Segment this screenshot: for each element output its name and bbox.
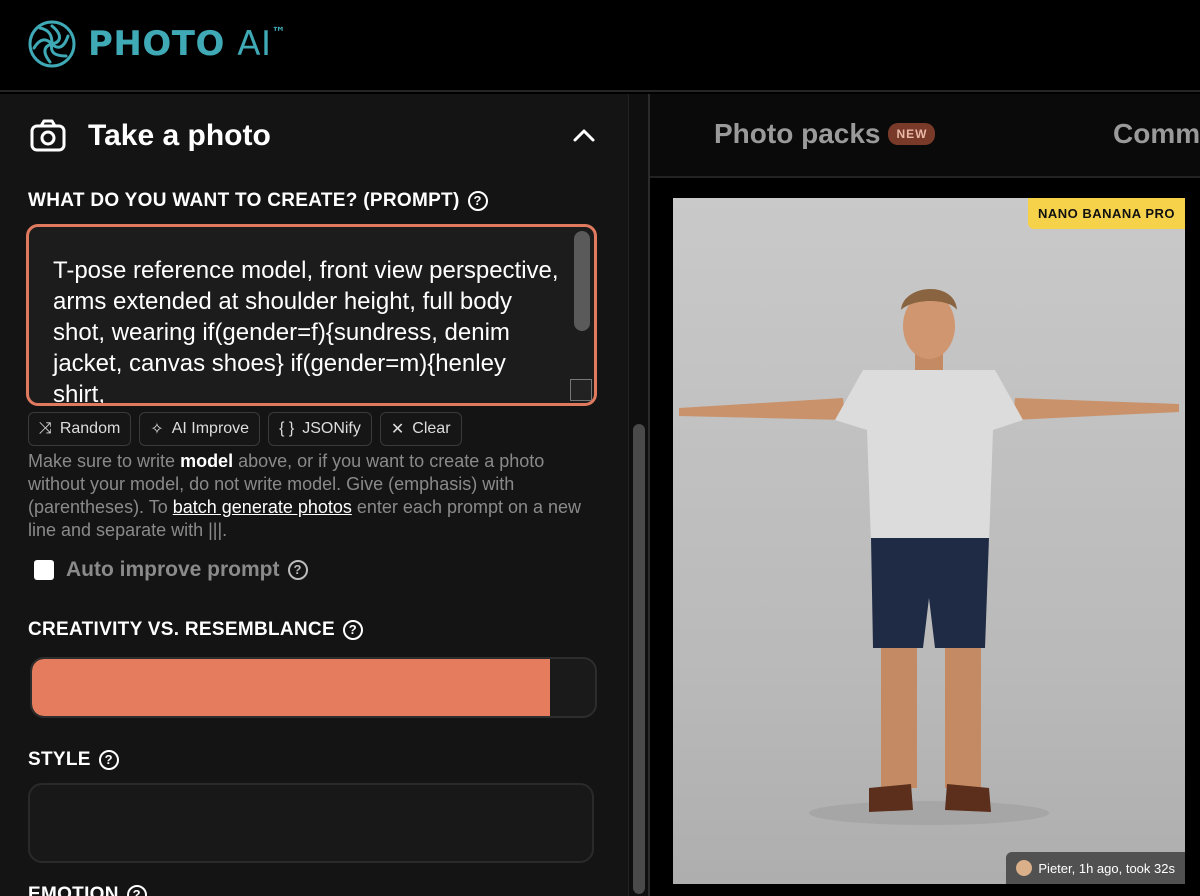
generated-photo[interactable]: NANO BANANA PRO Pieter, 1h ago, took 32s: [673, 198, 1185, 884]
emotion-label: EMOTION ?: [28, 884, 147, 896]
style-select[interactable]: [28, 783, 594, 863]
creativity-label: CREATIVITY VS. RESEMBLANCE ?: [28, 619, 363, 641]
slider-fill: [32, 659, 550, 716]
brand-name: PHOTO AI™: [88, 24, 287, 64]
create-panel: Take a photo WHAT DO YOU WANT TO CREATE?…: [0, 94, 628, 896]
batch-generate-link[interactable]: batch generate photos: [173, 497, 352, 517]
ai-improve-button[interactable]: ✧ AI Improve: [139, 412, 261, 446]
chevron-up-icon[interactable]: [570, 122, 598, 150]
aperture-logo-icon: [28, 20, 76, 68]
scrollbar-thumb[interactable]: [633, 424, 645, 894]
prompt-label: WHAT DO YOU WANT TO CREATE? (PROMPT) ?: [28, 190, 488, 212]
auto-improve-checkbox[interactable]: [34, 560, 54, 580]
help-icon[interactable]: ?: [287, 560, 308, 580]
top-bar: PHOTO AI™: [0, 0, 1200, 92]
results-panel: Photo packs NEW Comm NANO BANANA PRO Pie…: [650, 94, 1200, 896]
help-icon[interactable]: ?: [98, 750, 119, 770]
close-icon: ✕: [390, 421, 405, 438]
results-tabs: Photo packs NEW Comm: [650, 94, 1200, 178]
model-badge: NANO BANANA PRO: [1027, 198, 1185, 229]
new-badge: NEW: [888, 123, 936, 145]
logo[interactable]: PHOTO AI™: [28, 20, 286, 68]
creativity-slider[interactable]: [30, 657, 597, 718]
camera-icon: [30, 119, 66, 152]
image-caption: Pieter, 1h ago, took 32s: [1006, 852, 1185, 884]
auto-improve-row: Auto improve prompt ?: [34, 558, 308, 582]
prompt-text[interactable]: T-pose reference model, front view persp…: [53, 255, 563, 403]
avatar-icon: [1016, 860, 1033, 876]
prompt-textarea[interactable]: T-pose reference model, front view persp…: [26, 224, 597, 406]
auto-improve-label[interactable]: Auto improve prompt: [66, 558, 280, 582]
resize-handle[interactable]: [570, 379, 592, 401]
prompt-tools: ⤨ Random ✧ AI Improve { } JSONify ✕ Clea…: [28, 412, 462, 446]
panel-header[interactable]: Take a photo: [28, 114, 598, 158]
clear-button[interactable]: ✕ Clear: [379, 412, 462, 446]
panel-title: Take a photo: [88, 119, 271, 152]
random-button[interactable]: ⤨ Random: [28, 412, 132, 446]
tab-community[interactable]: Comm: [1113, 118, 1200, 150]
prompt-scrollbar[interactable]: [574, 231, 590, 331]
panel-scrollbar[interactable]: [628, 94, 648, 896]
prompt-help-text: Make sure to write model above, or if yo…: [28, 451, 582, 540]
shuffle-icon: ⤨: [39, 420, 52, 437]
help-icon[interactable]: ?: [467, 191, 488, 211]
braces-icon: { }: [279, 420, 295, 437]
tab-photo-packs[interactable]: Photo packs NEW: [714, 118, 936, 150]
help-icon[interactable]: ?: [342, 620, 363, 640]
help-icon[interactable]: ?: [126, 885, 147, 896]
person-figure: [679, 288, 1179, 825]
sparkle-icon: ✧: [150, 421, 164, 438]
jsonify-button[interactable]: { } JSONify: [268, 412, 372, 446]
style-label: STYLE ?: [28, 749, 119, 771]
